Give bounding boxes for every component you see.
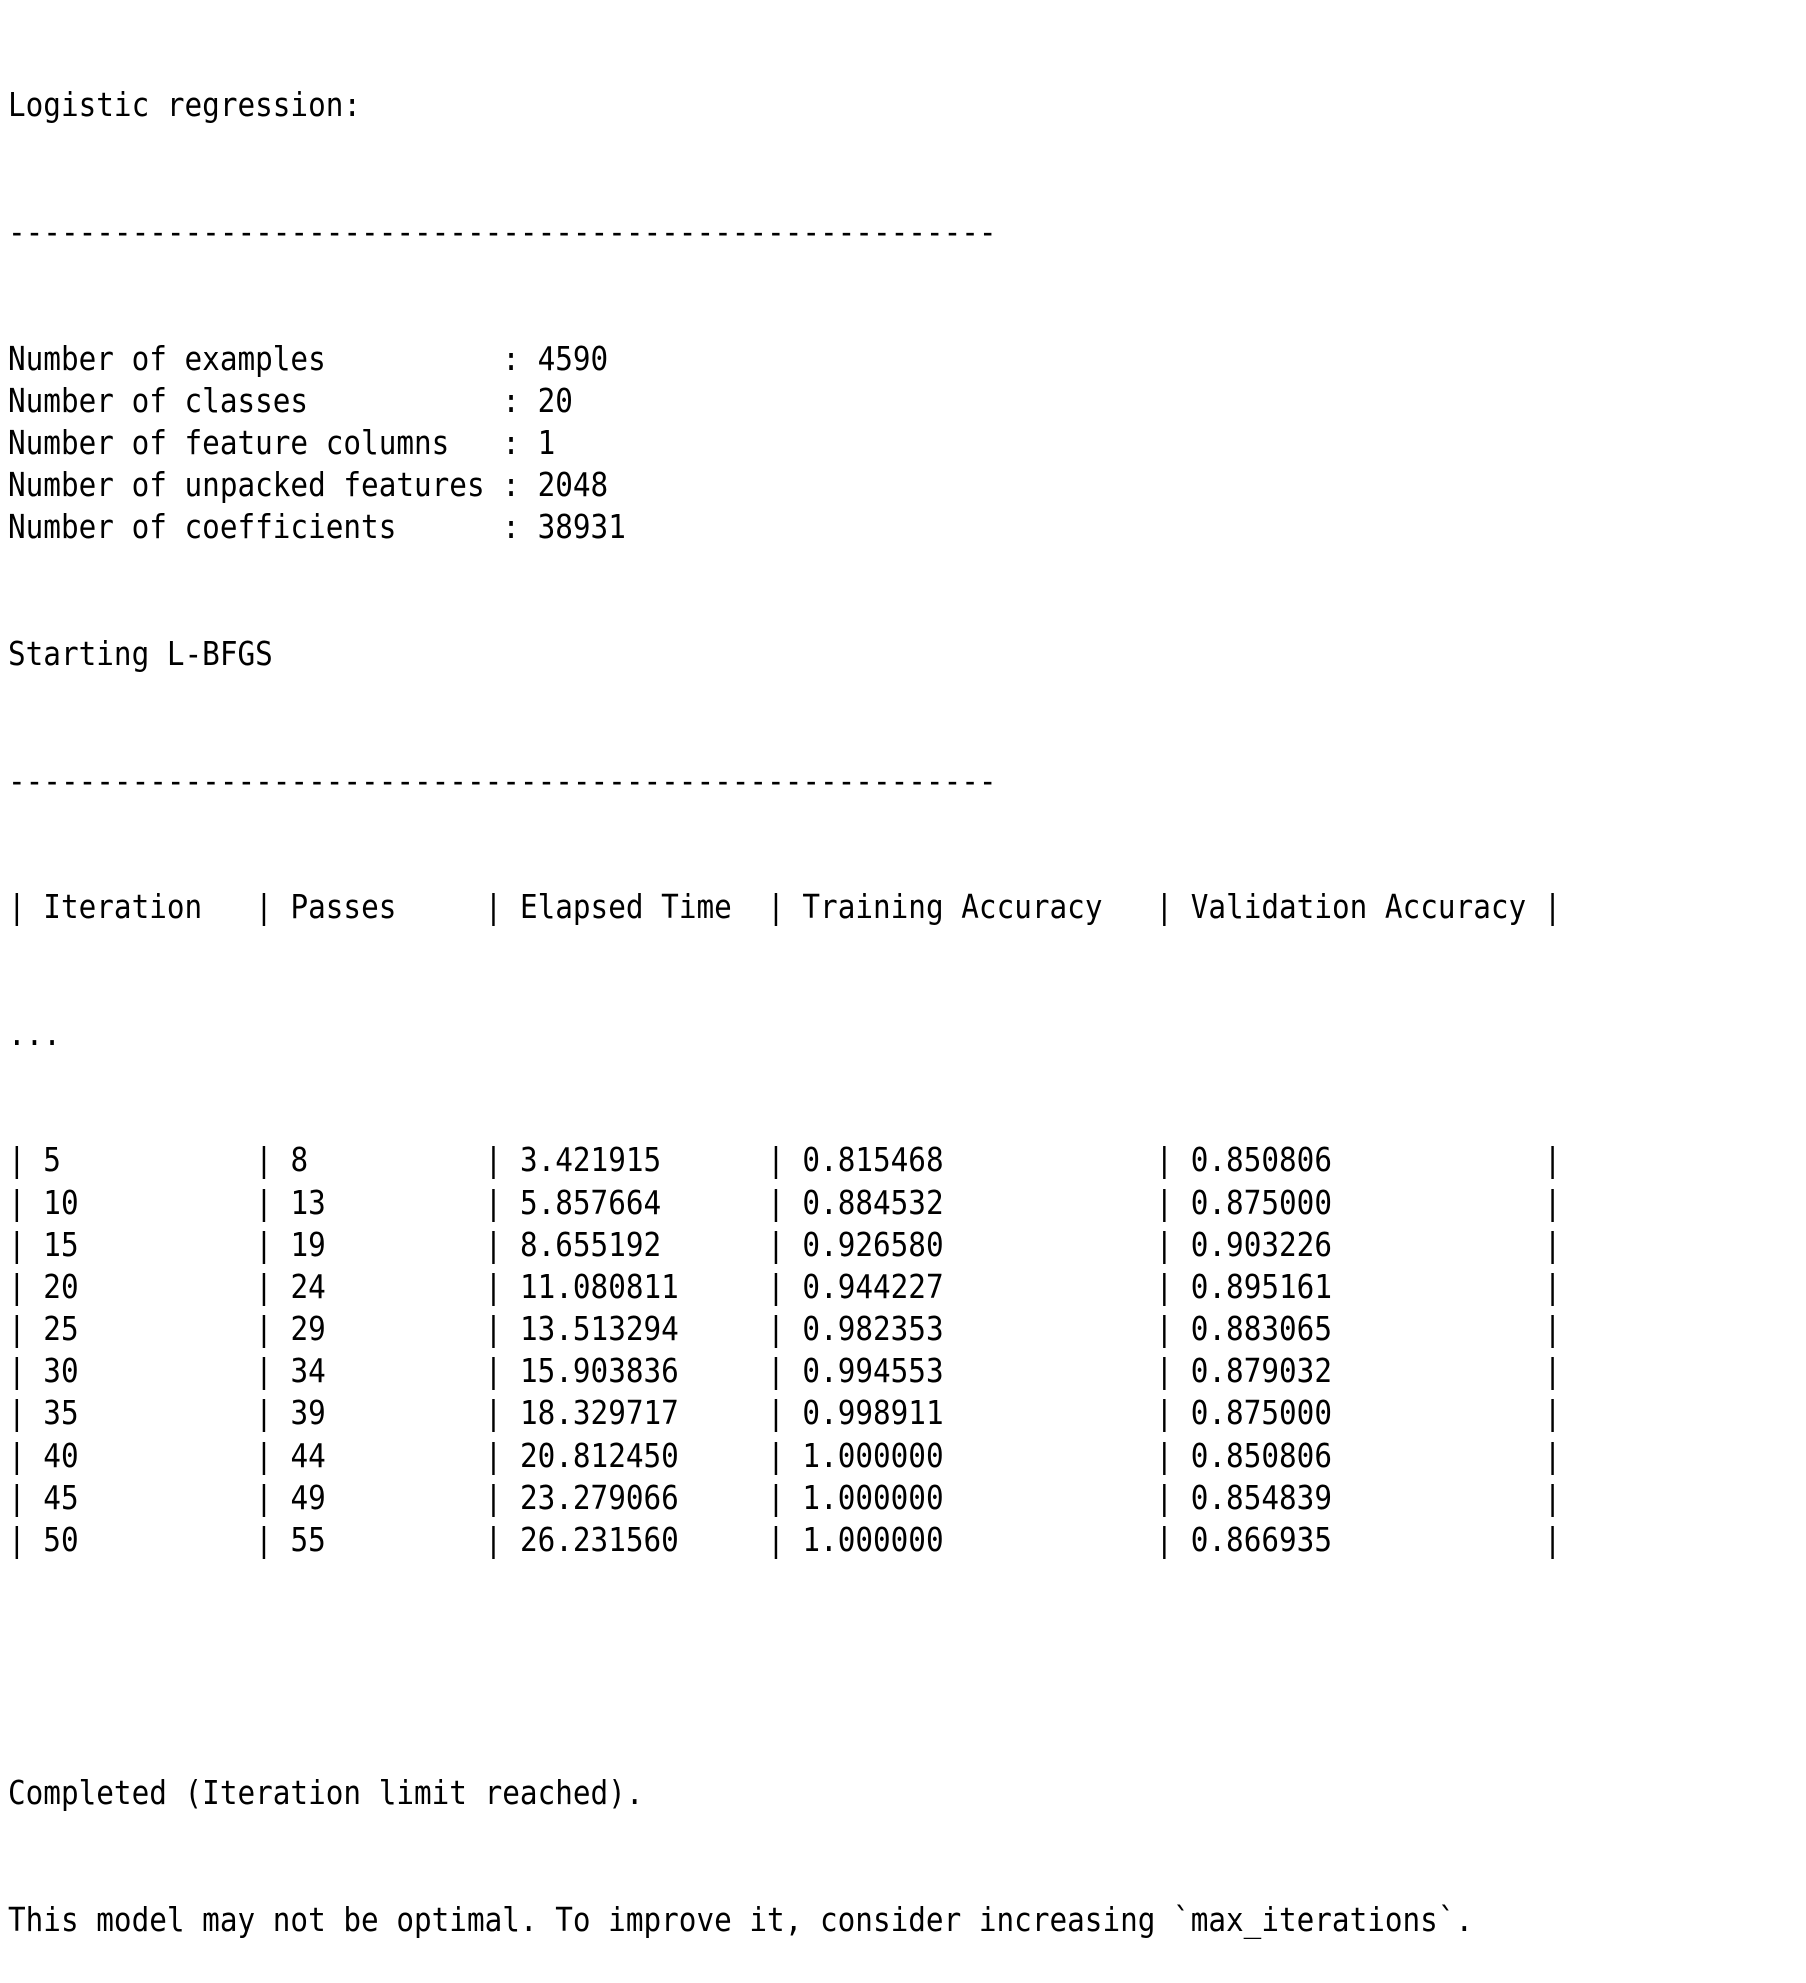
divider-top: ----------------------------------------… [8, 213, 997, 251]
table-cell: 39 [290, 1394, 467, 1433]
stat-line: Number of coefficients : 38931 [8, 506, 1561, 548]
table-cell: 0.926580 [802, 1225, 1138, 1264]
table-cell: 0.998911 [802, 1394, 1138, 1433]
table-body: | 5 | 8 | 3.421915 | 0.815468 | 0.850806… [8, 1139, 1561, 1561]
stat-label: Number of coefficients : [8, 508, 538, 547]
table-cell: 34 [290, 1352, 467, 1391]
advice-line: This model may not be optimal. To improv… [8, 1900, 1474, 1939]
table-cell: 25 [43, 1310, 238, 1349]
stat-line: Number of examples : 4590 [8, 338, 1561, 380]
table-cell: 15.903836 [519, 1352, 750, 1391]
stat-value: 38931 [537, 508, 626, 547]
stats-block: Number of examples : 4590 Number of class… [8, 338, 1561, 549]
stat-value: 20 [537, 381, 573, 420]
table-cell: 0.875000 [1190, 1183, 1527, 1222]
stat-line: Number of classes : 20 [8, 380, 1561, 422]
table-cell: 13 [290, 1183, 467, 1222]
completed-line: Completed (Iteration limit reached). [8, 1774, 644, 1813]
table-cell: 0.895161 [1190, 1267, 1527, 1306]
table-cell: 0.903226 [1190, 1225, 1527, 1264]
table-cell: 40 [43, 1436, 238, 1475]
terminal-output: Logistic regression: -------------------… [8, 0, 1561, 1983]
table-cell: 49 [290, 1478, 467, 1517]
column-header: Iteration [43, 888, 238, 927]
table-cell: 0.850806 [1190, 1141, 1527, 1180]
table-row: | 10 | 13 | 5.857664 | 0.884532 | 0.8750… [8, 1183, 1562, 1222]
table-cell: 24 [290, 1267, 467, 1306]
table-row: | 45 | 49 | 23.279066 | 1.000000 | 0.854… [8, 1478, 1562, 1517]
stat-label: Number of classes : [8, 381, 538, 420]
table-cell: 20 [43, 1267, 238, 1306]
table-cell: 35 [43, 1394, 238, 1433]
table-header: | Iteration | Passes | Elapsed Time | Tr… [8, 888, 1562, 927]
table-row: | 15 | 19 | 8.655192 | 0.926580 | 0.9032… [8, 1225, 1562, 1264]
table-cell: 26.231560 [519, 1521, 750, 1559]
table-cell: 0.866935 [1190, 1521, 1527, 1559]
table-row: | 25 | 29 | 13.513294 | 0.982353 | 0.883… [8, 1310, 1562, 1349]
table-row: | 40 | 44 | 20.812450 | 1.000000 | 0.850… [8, 1436, 1562, 1475]
stat-line: Number of feature columns : 1 [8, 422, 1561, 464]
table-cell: 20.812450 [519, 1436, 750, 1475]
table-cell: 23.279066 [519, 1478, 750, 1517]
table-cell: 29 [290, 1310, 467, 1349]
starting-line: Starting L-BFGS [8, 634, 273, 673]
stat-value: 4590 [537, 339, 609, 378]
table-cell: 18.329717 [519, 1394, 750, 1433]
ellipsis-line: ... [8, 1014, 61, 1053]
table-cell: 0.875000 [1190, 1394, 1527, 1433]
table-cell: 3.421915 [519, 1141, 750, 1180]
table-row: | 35 | 39 | 18.329717 | 0.998911 | 0.875… [8, 1394, 1562, 1433]
column-header: Passes [290, 888, 467, 927]
table-cell: 0.815468 [802, 1141, 1138, 1180]
table-cell: 0.879032 [1190, 1352, 1527, 1391]
table-cell: 0.850806 [1190, 1436, 1527, 1475]
table-cell: 11.080811 [519, 1267, 750, 1306]
table-cell: 15 [43, 1225, 238, 1264]
stat-label: Number of feature columns : [8, 423, 538, 462]
column-header: Training Accuracy [802, 888, 1138, 927]
stat-line: Number of unpacked features : 2048 [8, 464, 1561, 506]
table-cell: 13.513294 [519, 1310, 750, 1349]
table-cell: 0.854839 [1190, 1478, 1527, 1517]
stat-label: Number of unpacked features : [8, 466, 538, 505]
table-cell: 44 [290, 1436, 467, 1475]
stat-value: 2048 [537, 466, 609, 505]
table-cell: 55 [290, 1521, 467, 1559]
table-cell: 30 [43, 1352, 238, 1391]
table-cell: 1.000000 [802, 1436, 1138, 1475]
table-cell: 0.883065 [1190, 1310, 1527, 1349]
table-cell: 8.655192 [519, 1225, 750, 1264]
table-cell: 0.994553 [802, 1352, 1138, 1391]
column-header: Validation Accuracy [1190, 888, 1527, 927]
table-cell: 5 [43, 1141, 238, 1180]
title-line: Logistic regression: [8, 86, 362, 125]
table-cell: 1.000000 [802, 1478, 1138, 1517]
table-cell: 0.982353 [802, 1310, 1138, 1349]
table-row: | 30 | 34 | 15.903836 | 0.994553 | 0.879… [8, 1352, 1562, 1391]
table-cell: 5.857664 [519, 1183, 750, 1222]
table-cell: 19 [290, 1225, 467, 1264]
stat-label: Number of examples : [8, 339, 538, 378]
table-row: | 50 | 55 | 26.231560 | 1.000000 | 0.866… [8, 1521, 1562, 1559]
table-cell: 45 [43, 1478, 238, 1517]
table-cell: 8 [290, 1141, 467, 1180]
table-cell: 50 [43, 1521, 238, 1559]
stat-value: 1 [537, 423, 556, 462]
table-row: | 20 | 24 | 11.080811 | 0.944227 | 0.895… [8, 1267, 1562, 1306]
table-cell: 0.884532 [802, 1183, 1138, 1222]
table-cell: 1.000000 [802, 1521, 1138, 1559]
column-header: Elapsed Time [519, 888, 750, 927]
table-row: | 5 | 8 | 3.421915 | 0.815468 | 0.850806… [8, 1141, 1562, 1180]
divider-table: ----------------------------------------… [8, 761, 997, 800]
table-cell: 0.944227 [802, 1267, 1138, 1306]
table-cell: 10 [43, 1183, 238, 1222]
